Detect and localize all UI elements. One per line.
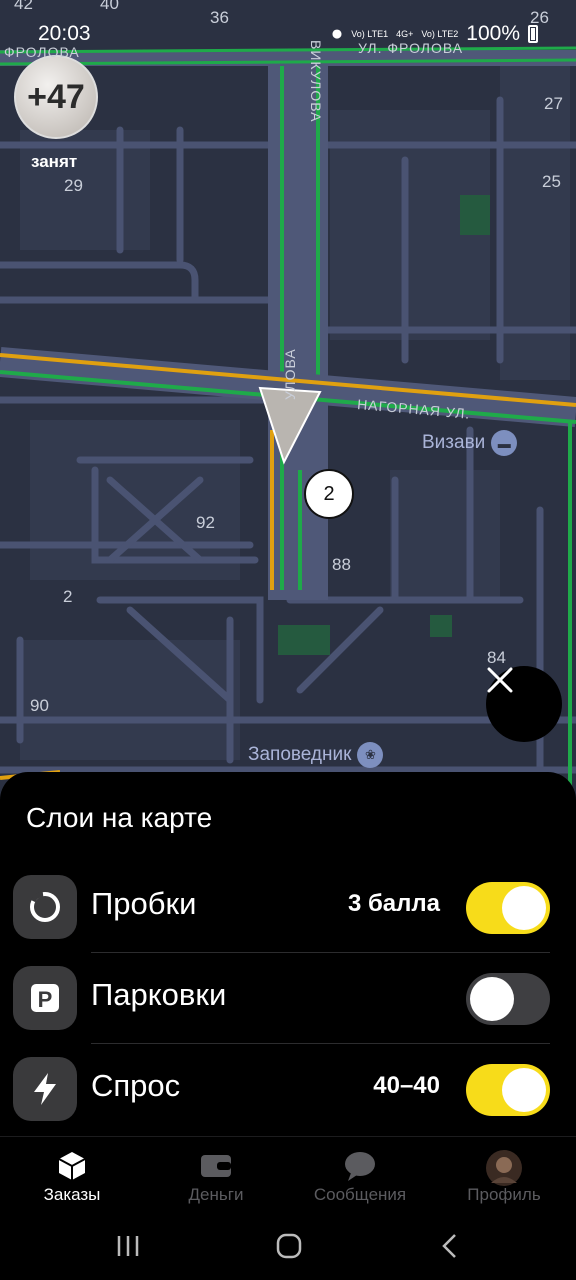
house-number: 40: [100, 0, 119, 13]
house-number: 84: [487, 648, 506, 667]
house-number: 92: [196, 513, 215, 532]
traffic-icon: [13, 875, 77, 939]
poi-label: Заповедник: [248, 744, 352, 765]
street-label: УЛОВА: [282, 348, 298, 400]
orders-cluster[interactable]: 2: [304, 469, 354, 519]
layer-value: 40–40: [373, 1072, 440, 1099]
system-nav-bar: [0, 1218, 576, 1280]
sim2-indicator: Vo) LTE2: [421, 28, 459, 39]
street-label: УЛ. ФРОЛОВА: [358, 40, 464, 56]
traffic-toggle[interactable]: [466, 882, 550, 934]
status-time: 20:03: [38, 22, 91, 45]
layer-label: Пробки: [91, 886, 197, 921]
network-indicator: 4G+: [396, 28, 414, 39]
tab-label: Деньги: [188, 1185, 244, 1204]
tab-money[interactable]: Деньги: [144, 1137, 288, 1219]
tab-label: Сообщения: [313, 1185, 407, 1204]
house-number: 25: [542, 172, 561, 191]
layer-row-demand[interactable]: Спрос 40–40: [0, 1044, 576, 1134]
home-icon[interactable]: [275, 1232, 303, 1260]
tab-label: Профиль: [467, 1185, 541, 1204]
house-number: 26: [530, 8, 549, 27]
map-layers-sheet: Слои на карте Пробки 3 балла P Парковки …: [0, 772, 576, 1136]
tab-messages[interactable]: Сообщения: [288, 1137, 432, 1219]
street-label: ФРОЛОВА: [4, 44, 80, 60]
layer-row-traffic[interactable]: Пробки 3 балла: [0, 862, 576, 952]
layer-label: Спрос: [91, 1068, 181, 1103]
tab-label: Заказы: [43, 1185, 101, 1204]
poi-label: Визави: [422, 432, 486, 453]
bottom-tab-bar: Заказы Деньги Сообщения Профиль: [0, 1136, 576, 1219]
coefficient-badge[interactable]: +47: [14, 55, 98, 139]
battery-text: 100%: [466, 22, 520, 45]
layer-label: Парковки: [91, 977, 227, 1012]
recent-apps-icon[interactable]: [116, 1232, 140, 1260]
tab-orders[interactable]: Заказы: [0, 1137, 144, 1219]
paw-icon: ❀: [357, 742, 384, 768]
house-number: 27: [544, 94, 563, 113]
close-icon: [487, 667, 513, 693]
tab-profile[interactable]: Профиль: [432, 1137, 576, 1219]
svg-text:P: P: [38, 987, 53, 1012]
driver-status: занят: [31, 152, 78, 171]
poi-vizavi[interactable]: Визави ▬: [422, 430, 518, 456]
status-bar: 20:03 ● Vo) LTE1 4G+ Vo) LTE2 100%: [0, 0, 576, 64]
street-label: ВИКУЛОВА: [308, 40, 324, 123]
parking-toggle[interactable]: [466, 973, 550, 1025]
house-number: 42: [14, 0, 33, 13]
location-icon: ●: [330, 22, 344, 45]
demand-toggle[interactable]: [466, 1064, 550, 1116]
chat-icon: [345, 1152, 375, 1181]
lightning-icon: [13, 1057, 77, 1121]
parking-icon: P: [13, 966, 77, 1030]
back-icon[interactable]: [440, 1232, 460, 1260]
map-view[interactable]: 20:03 ● Vo) LTE1 4G+ Vo) LTE2 100% +47 з…: [0, 0, 576, 800]
layer-value: 3 балла: [347, 890, 440, 917]
house-number: 36: [210, 8, 229, 27]
house-number: 29: [64, 176, 83, 195]
house-number: 2: [63, 587, 73, 606]
box-icon: [58, 1152, 86, 1180]
poi-zapovednik[interactable]: Заповедник ❀: [248, 742, 384, 768]
wallet-icon: [201, 1155, 231, 1177]
avatar-icon: [486, 1150, 522, 1186]
hotel-icon: ▬: [491, 430, 518, 456]
house-number: 90: [30, 696, 49, 715]
sheet-title: Слои на карте: [26, 802, 213, 833]
sim1-indicator: Vo) LTE1: [351, 28, 389, 39]
house-number: 88: [332, 555, 351, 574]
layer-row-parking[interactable]: P Парковки: [0, 953, 576, 1043]
close-button[interactable]: [486, 666, 562, 742]
